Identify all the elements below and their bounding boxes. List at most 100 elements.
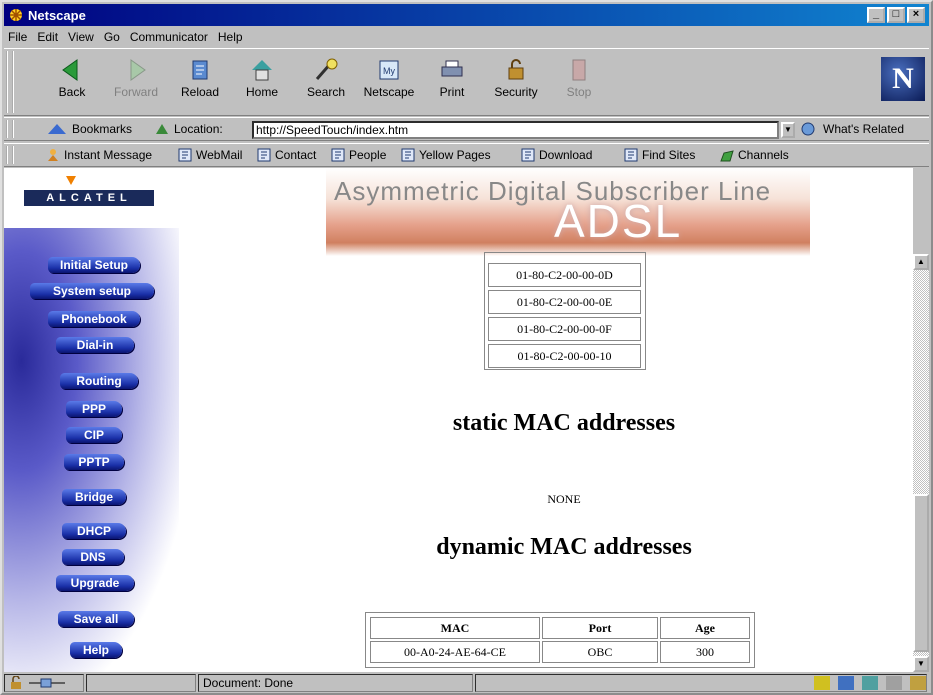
table-row: 00-A0-24-AE-64-CE OBC 300 <box>370 641 750 663</box>
sidebar-item-dial-in[interactable]: Dial-in <box>56 337 134 353</box>
sidebar-item-help[interactable]: Help <box>70 642 122 658</box>
lock-icon <box>508 59 524 80</box>
location-label-group: Location: <box>154 122 223 136</box>
forward-arrow-icon <box>130 59 146 81</box>
channels-link[interactable]: Channels <box>720 148 789 162</box>
menu-edit[interactable]: Edit <box>37 30 58 44</box>
maximize-button[interactable]: □ <box>887 7 905 23</box>
back-button[interactable]: Back <box>42 53 102 99</box>
home-icon <box>252 60 272 81</box>
bookmarks-icon <box>48 124 66 134</box>
contact-label: Contact <box>275 148 317 162</box>
security-status-panel[interactable] <box>4 674 84 692</box>
channels-label: Channels <box>738 148 789 162</box>
whats-related-label: What's Related <box>823 122 904 136</box>
scroll-up-button[interactable]: ▲ <box>913 254 929 270</box>
chevron-up-icon: ▲ <box>917 257 925 266</box>
sidebar-item-routing[interactable]: Routing <box>60 373 138 389</box>
menu-bar: File Edit View Go Communicator Help <box>4 27 929 47</box>
yellow-pages-link[interactable]: Yellow Pages <box>401 148 491 162</box>
sidebar-item-save-all[interactable]: Save all <box>58 611 134 627</box>
dynamic-mac-heading: dynamic MAC addresses <box>436 534 692 560</box>
menu-go[interactable]: Go <box>104 30 120 44</box>
vertical-scrollbar[interactable]: ▲ ▼ <box>913 254 929 672</box>
menu-help[interactable]: Help <box>218 30 243 44</box>
forward-label: Forward <box>113 85 158 99</box>
url-input[interactable]: http://SpeedTouch/index.htm <box>252 121 779 139</box>
stop-label: Stop <box>566 85 592 99</box>
search-button[interactable]: Search <box>296 53 356 99</box>
discussions-component-icon[interactable] <box>862 676 878 690</box>
chevron-down-icon: ▼ <box>917 659 925 668</box>
print-label: Print <box>439 85 465 99</box>
instant-message-link[interactable]: Instant Message <box>46 148 152 162</box>
download-link[interactable]: Download <box>521 148 592 162</box>
bookmarks-button[interactable]: Bookmarks <box>46 122 132 136</box>
people-link[interactable]: People <box>331 148 386 162</box>
sidebar: ALCATEL Initial Setup System setup Phone… <box>4 168 184 672</box>
navigator-component-icon[interactable] <box>814 676 830 690</box>
download-label: Download <box>539 148 593 162</box>
whats-related-icon <box>801 122 815 136</box>
svg-text:My: My <box>383 66 395 76</box>
location-icon <box>156 124 168 134</box>
sidebar-item-upgrade[interactable]: Upgrade <box>56 575 134 591</box>
sidebar-item-dhcp[interactable]: DHCP <box>62 523 126 539</box>
search-icon <box>315 58 338 80</box>
close-button[interactable]: × <box>907 7 925 23</box>
sidebar-item-pptp[interactable]: PPTP <box>64 454 124 470</box>
netscape-button[interactable]: My Netscape <box>359 53 419 99</box>
forward-button[interactable]: Forward <box>106 53 166 99</box>
contact-link[interactable]: Contact <box>257 148 316 162</box>
cell-port: OBC <box>542 641 658 663</box>
personal-toolbar: Instant Message WebMail Contact People Y… <box>4 143 929 167</box>
mac-filter-table: 01-80-C2-00-00-0D 01-80-C2-00-00-0E 01-8… <box>484 252 646 370</box>
location-toolbar: Bookmarks Location: http://SpeedTouch/in… <box>4 117 929 141</box>
reload-button[interactable]: Reload <box>170 53 230 99</box>
minimize-button[interactable]: _ <box>867 7 885 23</box>
location-grip[interactable] <box>6 120 14 138</box>
personal-grip[interactable] <box>6 146 14 164</box>
connection-icon <box>29 678 65 688</box>
column-header-mac: MAC <box>370 617 540 639</box>
sidebar-item-system-setup[interactable]: System setup <box>30 283 154 299</box>
scroll-down-button[interactable]: ▼ <box>913 656 929 672</box>
navigation-toolbar: Back Forward Reload Home Search My Netsc… <box>4 48 929 116</box>
menu-communicator[interactable]: Communicator <box>130 30 208 44</box>
sidebar-item-ppp[interactable]: PPP <box>66 401 122 417</box>
mac-list-item: 01-80-C2-00-00-0F <box>488 317 641 341</box>
sidebar-item-phonebook[interactable]: Phonebook <box>48 311 140 327</box>
column-header-age: Age <box>660 617 750 639</box>
sidebar-item-cip[interactable]: CIP <box>66 427 122 443</box>
table-header-row: MAC Port Age <box>370 617 750 639</box>
menu-view[interactable]: View <box>68 30 94 44</box>
webmail-link[interactable]: WebMail <box>178 148 242 162</box>
security-button[interactable]: Security <box>486 53 546 99</box>
sidebar-item-initial-setup[interactable]: Initial Setup <box>48 257 140 273</box>
mail-component-icon[interactable] <box>838 676 854 690</box>
alcatel-logo-mark <box>66 176 76 185</box>
sidebar-item-dns[interactable]: DNS <box>62 549 124 565</box>
bookmark-page-icon <box>331 148 345 162</box>
print-button[interactable]: Print <box>422 53 482 99</box>
stop-button[interactable]: Stop <box>549 53 609 99</box>
toolbar-grip[interactable] <box>6 51 14 113</box>
bookmarks-label: Bookmarks <box>72 122 133 136</box>
composer-component-icon[interactable] <box>886 676 902 690</box>
find-sites-link[interactable]: Find Sites <box>624 148 695 162</box>
home-button[interactable]: Home <box>232 53 292 99</box>
instant-message-label: Instant Message <box>64 148 153 162</box>
security-label: Security <box>494 85 538 99</box>
mac-list-item: 01-80-C2-00-00-10 <box>488 344 641 368</box>
static-mac-heading: static MAC addresses <box>452 410 676 436</box>
edit-component-icon[interactable] <box>910 676 926 690</box>
stop-icon <box>572 59 586 81</box>
netscape-logo[interactable]: N <box>881 57 925 101</box>
whats-related-button[interactable]: What's Related <box>801 122 904 136</box>
scroll-thumb[interactable] <box>913 494 929 652</box>
menu-file[interactable]: File <box>8 30 27 44</box>
sidebar-item-bridge[interactable]: Bridge <box>62 489 126 505</box>
find-sites-label: Find Sites <box>642 148 696 162</box>
browser-window: Netscape _ □ × File Edit View Go Communi… <box>0 0 933 695</box>
url-dropdown-button[interactable]: ▼ <box>781 122 795 138</box>
